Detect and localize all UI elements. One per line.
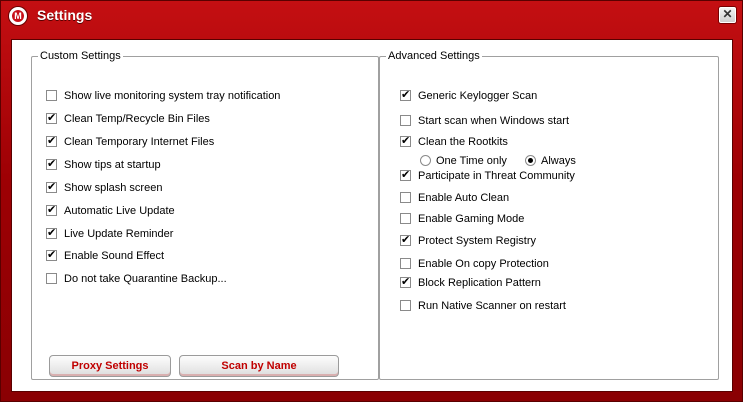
checkbox[interactable] (46, 226, 57, 240)
checkbox-label: Participate in Threat Community (418, 170, 575, 182)
title-bar[interactable]: M Settings ✕ (1, 1, 742, 31)
checkbox[interactable] (400, 213, 411, 224)
checkbox-label: Enable Gaming Mode (418, 213, 525, 225)
checkbox-label: Clean Temp/Recycle Bin Files (64, 113, 210, 125)
checkbox-label: Generic Keylogger Scan (418, 90, 538, 102)
checkbox-label: Show live monitoring system tray notific… (64, 90, 281, 102)
checkbox[interactable] (46, 157, 57, 171)
checkbox[interactable] (400, 168, 411, 182)
advanced-settings-group: Advanced Settings Generic Keylogger Scan… (379, 50, 719, 380)
checkbox-label: Enable Sound Effect (64, 250, 165, 262)
checkbox-label: Live Update Reminder (64, 228, 174, 240)
settings-panel: Custom Settings Show live monitoring sys… (11, 39, 733, 392)
checkbox[interactable] (400, 88, 411, 102)
checkbox-label: Enable On copy Protection (418, 258, 549, 270)
app-logo-icon: M (9, 7, 27, 25)
checkbox-label: Show splash screen (64, 182, 163, 194)
scan-by-name-button[interactable]: Scan by Name (179, 355, 339, 377)
checkbox[interactable] (400, 192, 411, 203)
checkbox[interactable] (46, 248, 57, 262)
checkbox-label: Start scan when Windows start (418, 115, 570, 127)
radio-button[interactable] (525, 155, 536, 166)
window-title: Settings (37, 7, 93, 23)
checkbox[interactable] (46, 90, 57, 101)
checkbox[interactable] (400, 134, 411, 148)
checkbox[interactable] (46, 111, 57, 125)
checkbox[interactable] (46, 203, 57, 217)
proxy-settings-button[interactable]: Proxy Settings (49, 355, 171, 377)
checkbox-label: Automatic Live Update (64, 205, 175, 217)
checkbox[interactable] (46, 134, 57, 148)
checkbox-label: Clean Temporary Internet Files (64, 136, 215, 148)
custom-settings-legend: Custom Settings (40, 50, 121, 62)
close-icon: ✕ (722, 7, 733, 21)
radio-button[interactable] (420, 155, 431, 166)
checkbox[interactable] (400, 258, 411, 269)
radio-label: Always (541, 155, 576, 167)
checkbox[interactable] (46, 273, 57, 284)
checkbox[interactable] (400, 115, 411, 126)
radio-label: One Time only (436, 155, 507, 167)
checkbox-label: Do not take Quarantine Backup... (64, 273, 227, 285)
checkbox[interactable] (400, 233, 411, 247)
checkbox[interactable] (400, 300, 411, 311)
checkbox-label: Show tips at startup (64, 159, 161, 171)
advanced-settings-legend: Advanced Settings (388, 50, 480, 62)
checkbox-label: Run Native Scanner on restart (418, 300, 566, 312)
close-button[interactable]: ✕ (719, 7, 736, 23)
checkbox-label: Protect System Registry (418, 235, 536, 247)
checkbox-label: Block Replication Pattern (418, 277, 541, 289)
settings-window: M Settings ✕ Custom Settings Show live m… (0, 0, 743, 402)
checkbox[interactable] (46, 180, 57, 194)
checkbox[interactable] (400, 275, 411, 289)
checkbox-label: Clean the Rootkits (418, 136, 508, 148)
custom-settings-group: Custom Settings Show live monitoring sys… (31, 50, 379, 380)
checkbox-label: Enable Auto Clean (418, 192, 510, 204)
